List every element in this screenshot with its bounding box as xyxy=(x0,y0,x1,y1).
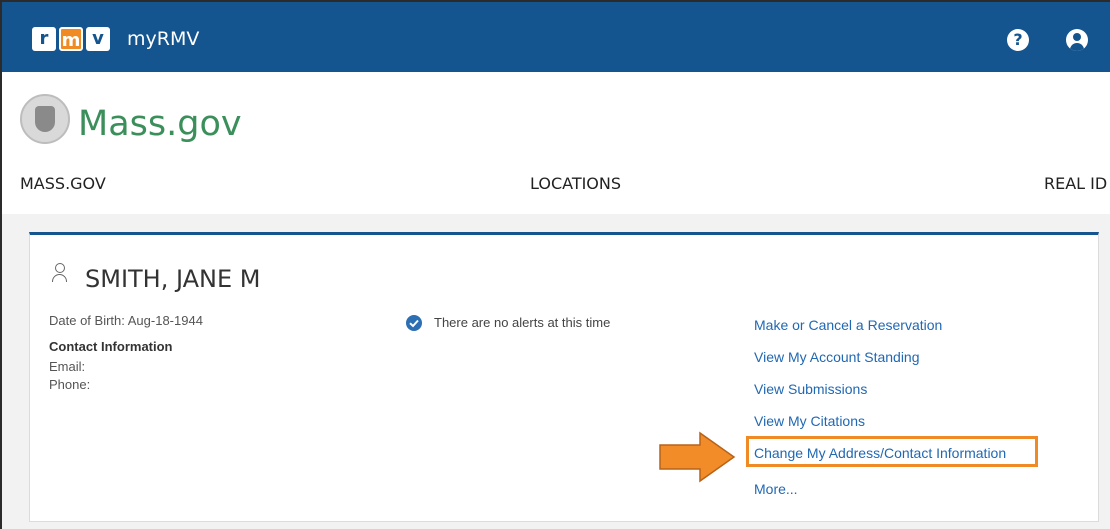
email-label: Email: xyxy=(49,359,86,374)
app-title[interactable]: myRMV xyxy=(127,28,199,50)
link-submissions[interactable]: View Submissions xyxy=(754,381,867,397)
rmv-logo-v[interactable]: v xyxy=(86,27,110,51)
link-change-address[interactable]: Change My Address/Contact Information xyxy=(754,445,1006,461)
customer-name: SMITH, JANE M xyxy=(85,265,261,293)
rmv-logo-m[interactable]: m xyxy=(59,27,83,51)
rmv-logo-r[interactable]: r xyxy=(32,27,56,51)
date-of-birth: Date of Birth: Aug-18-1944 xyxy=(49,313,203,328)
mass-gov-header: Mass.gov MASS.GOV LOCATIONS REAL ID xyxy=(2,72,1110,214)
nav-mass-gov[interactable]: MASS.GOV xyxy=(20,174,106,193)
link-make-reservation[interactable]: Make or Cancel a Reservation xyxy=(754,317,942,333)
contact-info-heading: Contact Information xyxy=(49,339,173,354)
mass-seal-icon[interactable] xyxy=(20,94,70,144)
help-icon[interactable]: ? xyxy=(1007,29,1029,51)
mass-gov-brand[interactable]: Mass.gov xyxy=(78,104,242,144)
profile-card: SMITH, JANE M Date of Birth: Aug-18-1944… xyxy=(29,232,1099,522)
nav-real-id[interactable]: REAL ID xyxy=(1044,174,1107,193)
link-more[interactable]: More... xyxy=(754,481,798,497)
top-bar: r m v myRMV ? xyxy=(2,2,1110,72)
check-circle-icon xyxy=(406,315,422,331)
link-account-standing[interactable]: View My Account Standing xyxy=(754,349,920,365)
pointer-arrow-icon xyxy=(659,431,736,483)
app-frame: r m v myRMV ? Mass.gov MASS.GOV LOCATION… xyxy=(0,0,1110,529)
person-icon xyxy=(50,263,68,283)
alerts-status: There are no alerts at this time xyxy=(434,315,611,330)
phone-label: Phone: xyxy=(49,377,91,392)
nav-locations[interactable]: LOCATIONS xyxy=(530,174,621,193)
link-citations[interactable]: View My Citations xyxy=(754,413,865,429)
user-account-icon[interactable] xyxy=(1066,29,1088,51)
